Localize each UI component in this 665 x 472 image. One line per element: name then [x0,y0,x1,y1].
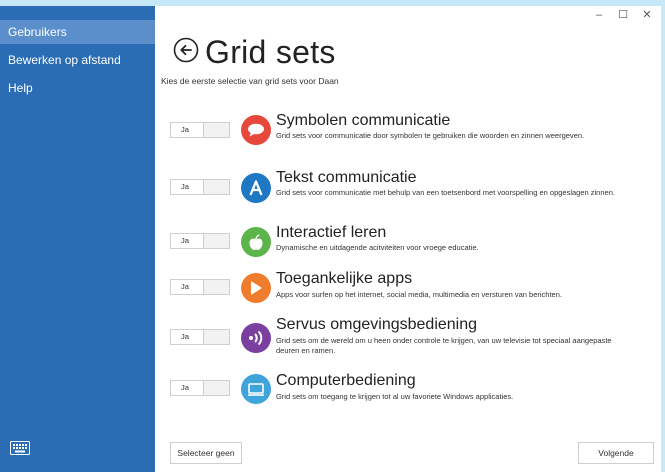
grid-set-description: Dynamische en uitdagende acitviteiten vo… [276,243,479,252]
grid-set-title: Servus omgevingsbediening [276,316,478,333]
toggle-interactief-leren[interactable]: Ja [170,233,230,249]
toggle-computerbediening[interactable]: Ja [170,380,230,396]
back-arrow-icon[interactable] [173,37,199,68]
next-button[interactable]: Volgende [578,442,654,464]
grid-set-title: Toegankelijke apps [276,270,413,287]
toggle-symbolen-communicatie[interactable]: Ja [170,122,230,138]
signal-icon [241,323,271,353]
grid-set-description: Grid sets om toegang te krijgen tot al u… [276,392,514,401]
minimize-button[interactable]: – [590,8,608,22]
grid-set-title: Interactief leren [276,224,387,241]
play-icon [241,273,271,303]
page-subtitle: Kies de eerste selectie van grid sets vo… [161,76,339,86]
toggle-knob [203,381,229,395]
monitor-icon [241,374,271,404]
page-title: Grid sets [205,33,336,70]
speech-bubble-icon [241,115,271,145]
app-window: Gebruikers Bewerken op afstand Help – ☐ … [0,6,661,472]
toggle-label: Ja [181,182,189,191]
sidebar-item-help[interactable]: Help [0,76,155,100]
toggle-knob [203,123,229,137]
grid-set-tekst-communicatie: Ja Tekst communicatie Grid sets voor com… [170,168,650,218]
maximize-button[interactable]: ☐ [614,8,632,22]
toggle-label: Ja [181,332,189,341]
sidebar: Gebruikers Bewerken op afstand Help [0,6,155,472]
grid-set-description: Grid sets voor communicatie door symbole… [276,131,585,140]
sidebar-item-bewerken-op-afstand[interactable]: Bewerken op afstand [0,48,155,72]
grid-set-symbolen-communicatie: Ja Symbolen communicatie Grid sets voor … [170,110,650,160]
grid-set-interactief-leren: Ja Interactief leren Dynamische en uitda… [170,224,650,274]
main-content: – ☐ ✕ Grid sets Kies de eerste selectie … [155,6,661,472]
toggle-label: Ja [181,282,189,291]
toggle-knob [203,234,229,248]
grid-set-title: Tekst communicatie [276,169,417,186]
grid-set-computerbediening: Ja Computerbediening Grid sets om toegan… [170,372,650,422]
grid-set-servus-omgevingsbediening: Ja Servus omgevingsbediening Grid sets o… [170,316,650,366]
toggle-toegankelijke-apps[interactable]: Ja [170,279,230,295]
toggle-knob [203,330,229,344]
toggle-knob [203,280,229,294]
select-none-button[interactable]: Selecteer geen [170,442,242,464]
sidebar-item-gebruikers[interactable]: Gebruikers [0,20,155,44]
page-header: Grid sets [173,34,336,70]
toggle-tekst-communicatie[interactable]: Ja [170,179,230,195]
toggle-knob [203,180,229,194]
letter-a-icon [241,173,271,203]
keyboard-icon[interactable] [10,441,30,460]
grid-set-title: Computerbediening [276,372,416,389]
toggle-servus-omgevingsbediening[interactable]: Ja [170,329,230,345]
close-button[interactable]: ✕ [638,8,656,22]
apple-icon [241,227,271,257]
toggle-label: Ja [181,383,189,392]
grid-set-description: Grid sets om de wereld om u heen onder c… [276,336,612,355]
grid-set-title: Symbolen communicatie [276,112,451,129]
grid-set-description: Grid sets voor communicatie met behulp v… [276,188,615,197]
toggle-label: Ja [181,125,189,134]
grid-set-toegankelijke-apps: Ja Toegankelijke apps Apps voor surfen o… [170,270,650,320]
toggle-label: Ja [181,236,189,245]
grid-set-description: Apps voor surfen op het internet, social… [276,290,562,299]
